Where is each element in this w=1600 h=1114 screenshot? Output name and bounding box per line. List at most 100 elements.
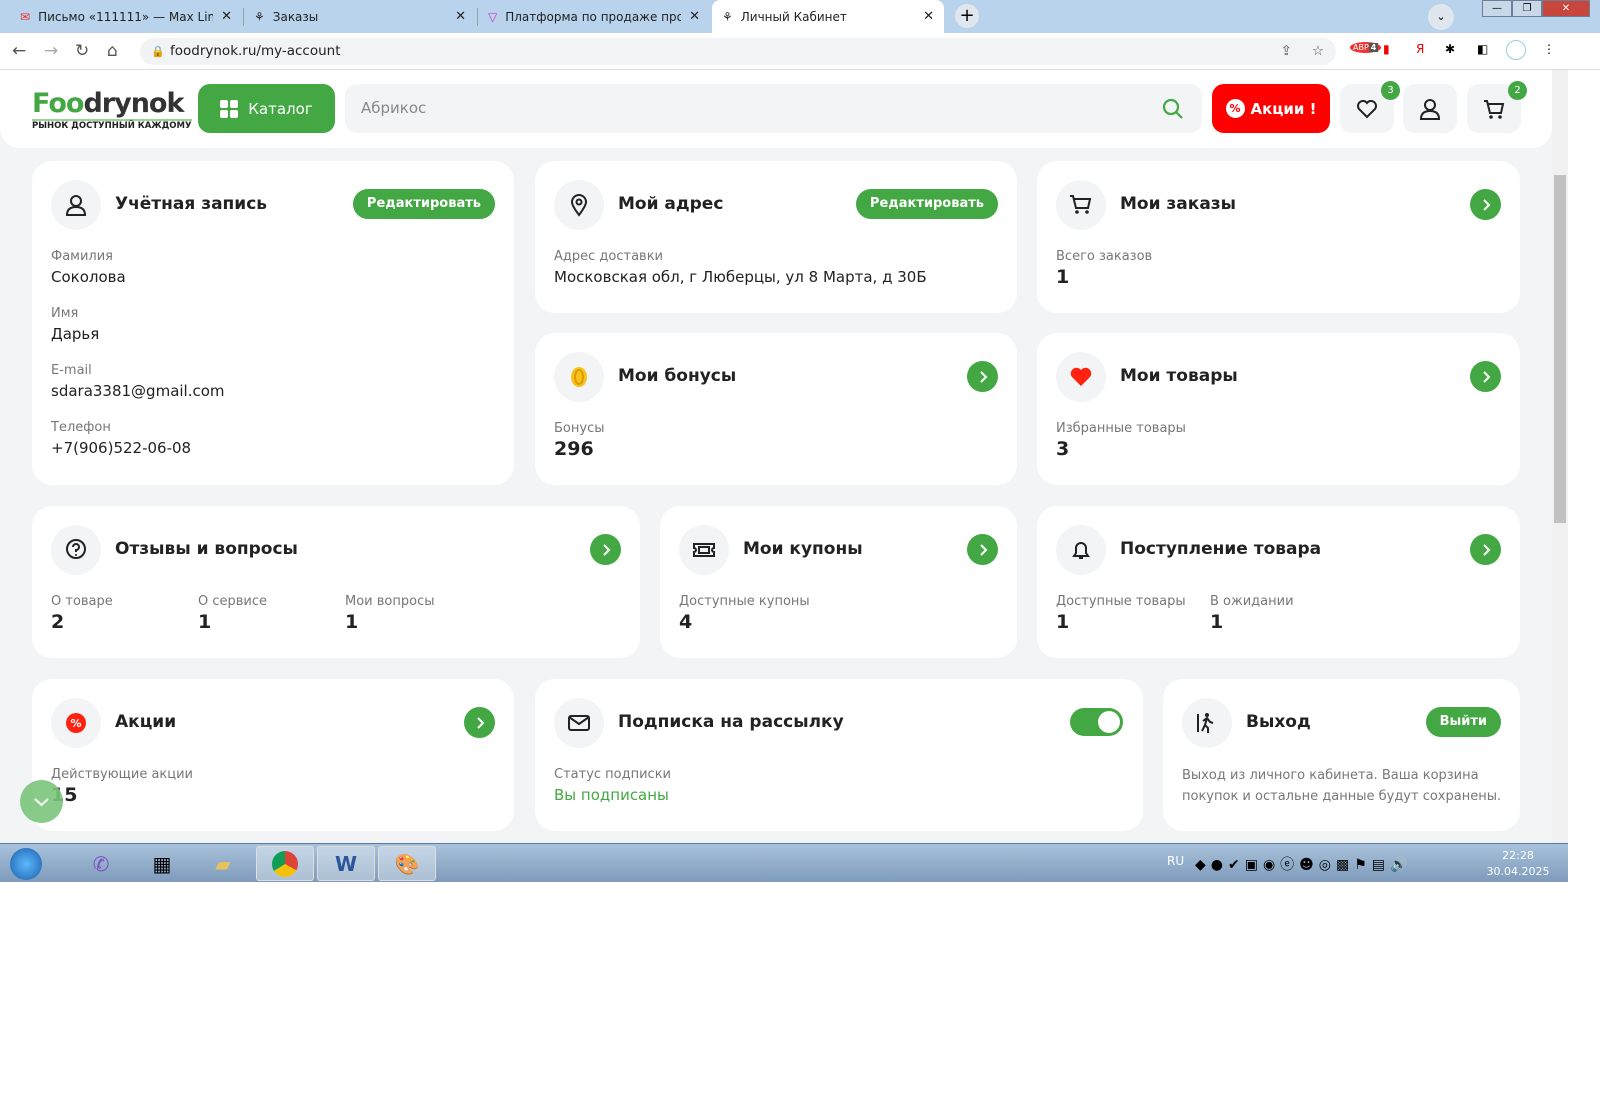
field-orders-0: Всего заказов 1	[1056, 249, 1152, 288]
site-header: Foodrynok РЫНОК ДОСТУПНЫЙ КАЖДОМУ Катало…	[0, 70, 1552, 148]
cart-icon	[1484, 99, 1505, 119]
system-tray-icons[interactable]: ◆●✔▣◉ⓔ☻◎▩⚑▤🔊	[1195, 854, 1412, 874]
address-action-button[interactable]: Редактировать	[855, 189, 998, 219]
side-panel-icon[interactable]: ◧	[1477, 42, 1488, 56]
field-count: 1	[1056, 611, 1070, 633]
field-address-0: Адрес доставки Московская обл, г Люберцы,…	[554, 249, 927, 286]
home-icon[interactable]: ⌂	[107, 41, 118, 61]
reviews-open-button[interactable]	[590, 534, 621, 565]
restore-button[interactable]: ❐	[1512, 0, 1542, 17]
tab-mail[interactable]: ✉Письмо «111111» — Max Liman✕	[10, 0, 242, 33]
scroll-down-button[interactable]	[20, 780, 63, 823]
search-input[interactable]	[345, 84, 1202, 133]
back-icon[interactable]: ←	[12, 41, 26, 61]
card-title: Учётная запись	[115, 194, 268, 214]
yandex-icon[interactable]: Я	[1416, 42, 1424, 56]
field-label: Избранные товары	[1056, 421, 1186, 436]
field-value: sdara3381@gmail.com	[51, 382, 225, 400]
new-tab-button[interactable]: +	[955, 4, 979, 28]
field-arrivals-0: Доступные товары 1	[1056, 594, 1186, 633]
taskbar-word[interactable]: W	[317, 846, 375, 881]
folder-icon: ▰	[215, 851, 231, 876]
tab-orders[interactable]: ⚘ Заказы ✕	[244, 0, 476, 33]
logout-description: Выход из личного кабинета. Ваша корзина …	[1182, 768, 1502, 804]
tab-search-chevron-icon[interactable]: ⌄	[1428, 4, 1454, 30]
svg-text:%: %	[70, 717, 81, 730]
yandex-bookmark-icon[interactable]: ▮	[1383, 42, 1390, 56]
bonuses-open-button[interactable]	[967, 361, 998, 392]
promotions-button[interactable]: % Акции !	[1212, 84, 1330, 133]
field-label: Телефон	[51, 420, 111, 435]
field-label: Имя	[51, 306, 79, 321]
adblock-icon[interactable]: ABP 4	[1350, 42, 1382, 53]
orders-open-button[interactable]	[1470, 189, 1501, 220]
promotions-open-button[interactable]	[464, 707, 495, 738]
favorites-button[interactable]: 3	[1340, 81, 1400, 133]
catalog-button[interactable]: Каталог	[198, 84, 335, 133]
taskbar-explorer[interactable]: ▰	[194, 846, 252, 881]
taskbar-viber[interactable]: ✆	[72, 846, 130, 881]
card-logout: Выход Выйти Выход из личного кабинета. Ваш…	[1163, 679, 1520, 831]
taskbar-calculator[interactable]: ▦	[133, 846, 191, 881]
reload-icon[interactable]: ↻	[75, 41, 89, 61]
field-label: Фамилия	[51, 249, 113, 264]
card-bonuses: Мои бонусы Бонусы 296	[535, 333, 1017, 485]
taskbar-paint[interactable]: 🎨	[378, 846, 436, 881]
profile-button[interactable]	[1403, 84, 1457, 133]
account-action-button[interactable]: Редактировать	[352, 189, 495, 219]
search-icon[interactable]	[1162, 98, 1184, 120]
close-tab-icon[interactable]: ✕	[689, 9, 700, 24]
chrome-icon	[272, 850, 298, 877]
field-account-0: Фамилия Соколова	[51, 249, 126, 286]
close-tab-icon[interactable]: ✕	[455, 9, 466, 24]
forward-icon[interactable]: →	[44, 41, 58, 61]
card-promotions: % Акции Действующие акции 15	[32, 679, 514, 831]
close-tab-icon[interactable]: ✕	[221, 9, 232, 24]
url-field[interactable]: 🔒 foodrynok.ru/my-account ⇪ ☆	[140, 38, 1336, 65]
card-orders: Мои заказы Всего заказов 1	[1037, 161, 1520, 313]
card-title: Мои бонусы	[618, 366, 737, 386]
site-logo[interactable]: Foodrynok РЫНОК ДОСТУПНЫЙ КАЖДОМУ	[32, 90, 192, 131]
heart-icon-circle	[1056, 352, 1106, 402]
tab-account[interactable]: ⚘ Личный Кабинет ✕	[712, 0, 944, 33]
close-tab-icon[interactable]: ✕	[923, 9, 934, 24]
extensions-puzzle-icon[interactable]: ✱	[1445, 42, 1455, 56]
subscription-toggle[interactable]	[1070, 708, 1123, 736]
browser-menu-icon[interactable]: ⋮	[1543, 42, 1555, 56]
scrollbar-thumb[interactable]	[1554, 175, 1566, 523]
language-indicator[interactable]: RU	[1167, 854, 1184, 868]
goods-open-button[interactable]	[1470, 361, 1501, 392]
field-count: 1	[1056, 266, 1070, 288]
field-arrivals-1: В ожидании 1	[1210, 594, 1294, 633]
field-label: Действующие акции	[51, 767, 194, 782]
minimize-button[interactable]: —	[1482, 0, 1512, 17]
heart-icon	[1357, 99, 1377, 118]
card-address: Мой адрес Редактировать Адрес доставки Моск…	[535, 161, 1017, 313]
chevron-right-icon	[979, 543, 987, 556]
clock[interactable]: 22:28 30.04.2025	[1478, 848, 1558, 880]
word-icon: W	[334, 851, 358, 876]
tab-platform[interactable]: ▽Платформа по продаже продук✕	[478, 0, 710, 33]
field-value: Соколова	[51, 268, 126, 286]
profile-avatar[interactable]	[1506, 40, 1526, 60]
ticket-icon-circle	[679, 525, 729, 575]
start-button[interactable]	[0, 846, 52, 881]
field-account-1: Имя Дарья	[51, 306, 99, 343]
cart-button[interactable]: 2	[1467, 81, 1527, 133]
field-label: Мои вопросы	[345, 594, 435, 609]
logout-action-button[interactable]: Выйти	[1425, 707, 1501, 737]
bell-icon	[1072, 542, 1090, 559]
arrivals-open-button[interactable]	[1470, 534, 1501, 565]
lock-icon: 🔒	[151, 45, 165, 58]
card-title: Мои заказы	[1120, 194, 1237, 214]
coupons-open-button[interactable]	[967, 534, 998, 565]
field-reviews-0: О товаре 2	[51, 594, 113, 633]
field-label: Адрес доставки	[554, 249, 664, 264]
taskbar-chrome[interactable]	[256, 846, 314, 881]
close-window-button[interactable]: ✕	[1542, 0, 1590, 17]
share-icon[interactable]: ⇪	[1281, 38, 1292, 65]
card-title: Акции	[115, 712, 177, 732]
card-subscription: Подписка на рассылку Статус подписки Вы по…	[535, 679, 1143, 831]
field-count: 15	[51, 784, 78, 806]
bookmark-star-icon[interactable]: ☆	[1312, 38, 1324, 65]
